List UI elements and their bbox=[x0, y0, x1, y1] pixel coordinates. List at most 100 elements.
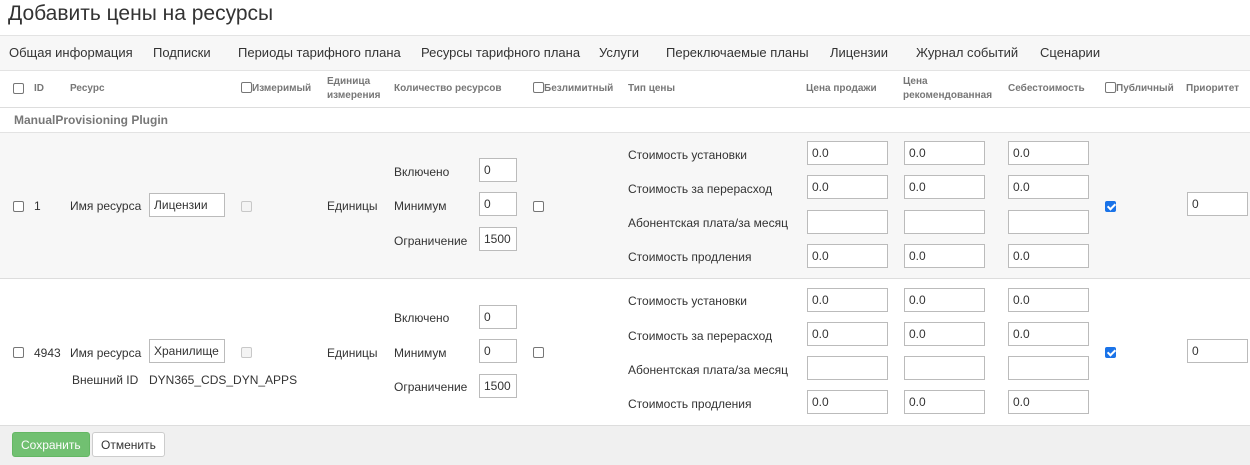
sale-price-monthly-input[interactable] bbox=[807, 356, 888, 380]
col-unit-line1: Единица bbox=[327, 76, 371, 87]
resource-name-input[interactable] bbox=[149, 339, 225, 363]
price-type-overuse: Стоимость за перерасход bbox=[628, 329, 773, 343]
included-label: Включено bbox=[394, 165, 450, 179]
row-select-checkbox[interactable] bbox=[13, 347, 24, 358]
footer-bar: Сохранить Отменить bbox=[0, 425, 1250, 465]
tab-plan-periods[interactable]: Периоды тарифного плана bbox=[238, 45, 401, 60]
recommended-monthly-input[interactable] bbox=[904, 210, 985, 234]
group-row: ManualProvisioning Plugin bbox=[0, 108, 1250, 133]
priority-input[interactable] bbox=[1187, 192, 1248, 216]
resource-name-input[interactable] bbox=[149, 193, 225, 217]
table-header: ID Ресурс Измеримый Единица измерения Ко… bbox=[0, 70, 1250, 108]
select-all-checkbox[interactable] bbox=[13, 83, 24, 94]
tab-scenarios[interactable]: Сценарии bbox=[1040, 45, 1100, 60]
col-unlimited: Безлимитный bbox=[544, 83, 614, 94]
tab-general-info[interactable]: Общая информация bbox=[9, 45, 133, 60]
col-sale-price: Цена продажи bbox=[806, 83, 877, 94]
price-type-renewal: Стоимость продления bbox=[628, 250, 752, 264]
cost-overuse-input[interactable] bbox=[1008, 322, 1089, 346]
recommended-overuse-input[interactable] bbox=[904, 175, 985, 199]
unlimited-checkbox[interactable] bbox=[533, 347, 544, 358]
tab-event-log[interactable]: Журнал событий bbox=[916, 45, 1018, 60]
unit-text: Единицы bbox=[327, 346, 378, 360]
row-id: 1 bbox=[34, 199, 41, 213]
minimum-label: Минимум bbox=[394, 199, 447, 213]
row-id: 4943 bbox=[34, 346, 61, 360]
tab-bar: Общая информация Подписки Периоды тарифн… bbox=[0, 35, 1250, 71]
col-cost: Себестоимость bbox=[1008, 83, 1085, 94]
sale-price-setup-input[interactable] bbox=[807, 141, 888, 165]
included-input[interactable] bbox=[479, 158, 517, 182]
included-label: Включено bbox=[394, 311, 450, 325]
save-button[interactable]: Сохранить bbox=[12, 432, 90, 457]
table-row: 4943 Имя ресурса Внешний ID DYN365_CDS_D… bbox=[0, 279, 1250, 425]
priority-input[interactable] bbox=[1187, 339, 1248, 363]
sale-price-overuse-input[interactable] bbox=[807, 175, 888, 199]
col-measurable: Измеримый bbox=[252, 83, 312, 94]
cost-renewal-input[interactable] bbox=[1008, 390, 1089, 414]
limit-input[interactable] bbox=[479, 374, 517, 398]
resource-name-label: Имя ресурса bbox=[70, 199, 142, 213]
tab-switchable-plans[interactable]: Переключаемые планы bbox=[666, 45, 809, 60]
unlimited-checkbox[interactable] bbox=[533, 201, 544, 212]
measurable-checkbox bbox=[241, 347, 252, 358]
price-type-monthly: Абонентская плата/за месяц bbox=[628, 216, 788, 230]
col-recommended-line2: рекомендованная bbox=[903, 90, 993, 101]
included-input[interactable] bbox=[479, 305, 517, 329]
recommended-setup-input[interactable] bbox=[904, 288, 985, 312]
minimum-input[interactable] bbox=[479, 192, 517, 216]
cost-setup-input[interactable] bbox=[1008, 288, 1089, 312]
resource-name-label: Имя ресурса bbox=[70, 346, 142, 360]
tab-licenses[interactable]: Лицензии bbox=[830, 45, 888, 60]
cost-monthly-input[interactable] bbox=[1008, 356, 1089, 380]
cost-overuse-input[interactable] bbox=[1008, 175, 1089, 199]
recommended-renewal-input[interactable] bbox=[904, 244, 985, 268]
minimum-label: Минимум bbox=[394, 346, 447, 360]
col-priority: Приоритет bbox=[1186, 83, 1240, 94]
sale-price-monthly-input[interactable] bbox=[807, 210, 888, 234]
sale-price-renewal-input[interactable] bbox=[807, 244, 888, 268]
limit-label: Ограничение bbox=[394, 234, 468, 248]
public-checkbox[interactable] bbox=[1105, 347, 1116, 358]
public-all-checkbox[interactable] bbox=[1105, 82, 1116, 93]
unit-text: Единицы bbox=[327, 199, 378, 213]
col-unit-line2: измерения bbox=[327, 90, 381, 101]
public-checkbox[interactable] bbox=[1105, 201, 1116, 212]
measurable-all-checkbox[interactable] bbox=[241, 82, 252, 93]
recommended-monthly-input[interactable] bbox=[904, 356, 985, 380]
recommended-overuse-input[interactable] bbox=[904, 322, 985, 346]
unlimited-all-checkbox[interactable] bbox=[533, 82, 544, 93]
price-type-monthly: Абонентская плата/за месяц bbox=[628, 363, 788, 377]
limit-input[interactable] bbox=[479, 227, 517, 251]
group-name: ManualProvisioning Plugin bbox=[14, 113, 169, 127]
sale-price-setup-input[interactable] bbox=[807, 288, 888, 312]
col-quantity: Количество ресурсов bbox=[394, 83, 502, 94]
cancel-button[interactable]: Отменить bbox=[92, 432, 165, 457]
tab-subscriptions[interactable]: Подписки bbox=[153, 45, 211, 60]
col-public: Публичный bbox=[1116, 83, 1174, 94]
tab-services[interactable]: Услуги bbox=[599, 45, 639, 60]
col-id: ID bbox=[34, 83, 44, 94]
cost-renewal-input[interactable] bbox=[1008, 244, 1089, 268]
cost-monthly-input[interactable] bbox=[1008, 210, 1089, 234]
sale-price-overuse-input[interactable] bbox=[807, 322, 888, 346]
page-title: Добавить цены на ресурсы bbox=[8, 2, 274, 25]
recommended-renewal-input[interactable] bbox=[904, 390, 985, 414]
col-resource: Ресурс bbox=[70, 83, 105, 94]
price-type-setup: Стоимость установки bbox=[628, 294, 747, 308]
external-id-value: DYN365_CDS_DYN_APPS bbox=[149, 373, 298, 387]
tab-plan-resources[interactable]: Ресурсы тарифного плана bbox=[421, 45, 580, 60]
limit-label: Ограничение bbox=[394, 380, 468, 394]
price-type-overuse: Стоимость за перерасход bbox=[628, 182, 773, 196]
external-id-label: Внешний ID bbox=[72, 373, 139, 387]
cost-setup-input[interactable] bbox=[1008, 141, 1089, 165]
col-price-type: Тип цены bbox=[628, 83, 675, 94]
price-type-renewal: Стоимость продления bbox=[628, 397, 752, 411]
price-type-setup: Стоимость установки bbox=[628, 148, 747, 162]
minimum-input[interactable] bbox=[479, 339, 517, 363]
sale-price-renewal-input[interactable] bbox=[807, 390, 888, 414]
row-select-checkbox[interactable] bbox=[13, 201, 24, 212]
table-row: 1 Имя ресурса Единицы Включено Минимум О… bbox=[0, 133, 1250, 279]
recommended-setup-input[interactable] bbox=[904, 141, 985, 165]
measurable-checkbox bbox=[241, 201, 252, 212]
